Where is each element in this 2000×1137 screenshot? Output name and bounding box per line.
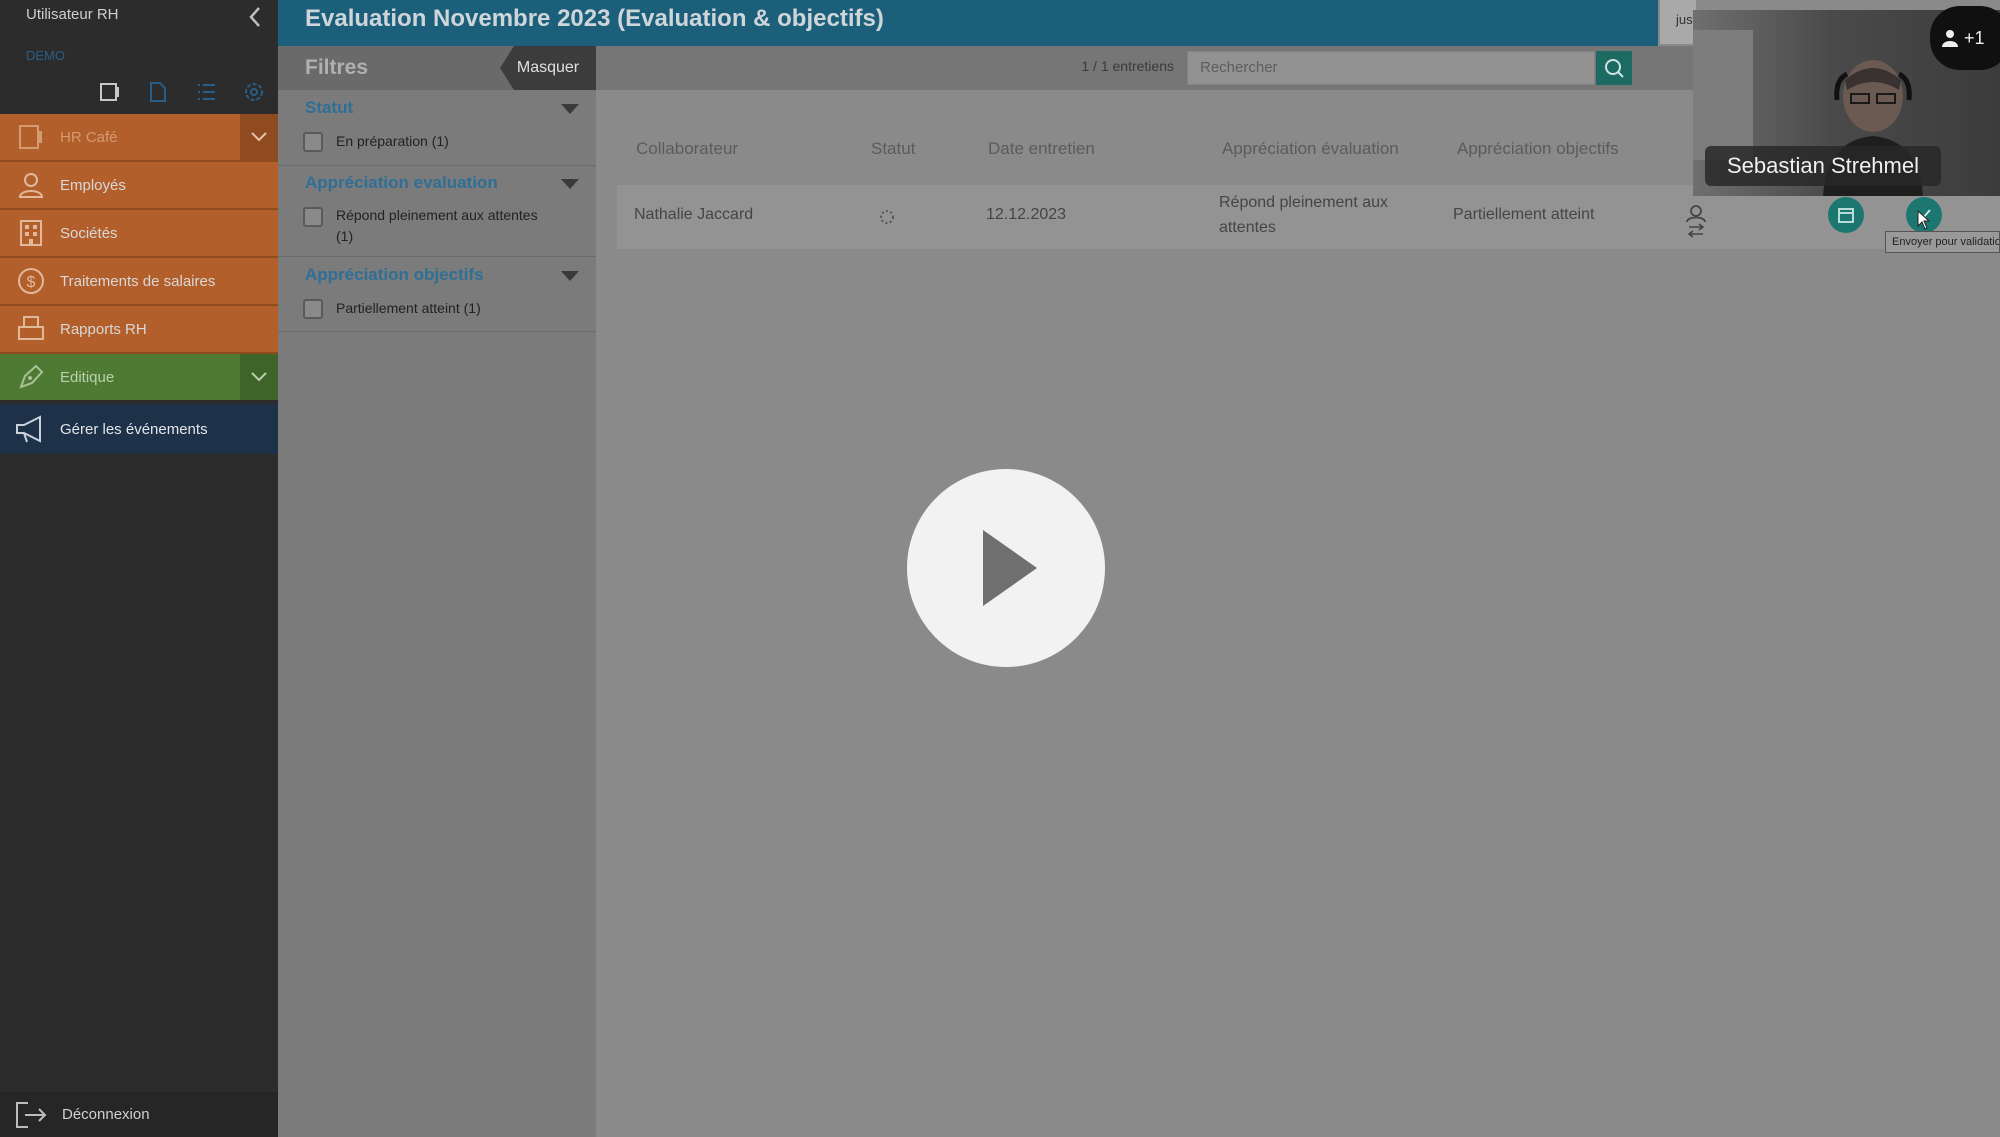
column-header-appreciation-evaluation[interactable]: Appréciation évaluation (1222, 139, 1399, 159)
column-header-statut[interactable]: Statut (871, 139, 915, 159)
cell-date: 12.12.2023 (986, 206, 1067, 223)
logout-button[interactable]: Déconnexion (0, 1092, 278, 1137)
divider (278, 165, 596, 166)
sidebar-item-evenements[interactable]: Gérer les événements (0, 404, 278, 454)
cell-objectifs: Partiellement atteint (1453, 206, 1595, 223)
just-tab[interactable]: just (1660, 0, 1696, 44)
demo-label: DEMO (26, 48, 65, 63)
column-header-date[interactable]: Date entretien (988, 139, 1095, 159)
list-icon[interactable] (194, 80, 218, 104)
search-input[interactable]: Rechercher (1187, 51, 1595, 85)
calendar-icon (1838, 208, 1854, 223)
column-header-collaborateur[interactable]: Collaborateur (636, 139, 738, 159)
search-icon (1605, 59, 1624, 78)
sidebar-item-salaires[interactable]: $ Traitements de salaires (0, 258, 278, 306)
filter-option-label: En préparation (1) (336, 133, 449, 149)
person-icon (14, 168, 48, 202)
filters-title: Filtres (305, 56, 369, 79)
user-label: Utilisateur RH (26, 6, 119, 23)
chevron-left-icon (249, 7, 260, 27)
sidebar-item-label: Editique (60, 368, 115, 386)
checkbox[interactable] (303, 207, 323, 227)
sidebar-item-rapports[interactable]: Rapports RH (0, 306, 278, 354)
sidebar-item-hr-cafe[interactable]: HR Café (0, 114, 278, 162)
logout-icon (14, 1100, 48, 1130)
dollar-icon: $ (14, 264, 48, 298)
play-button[interactable] (907, 469, 1105, 667)
filter-panel (278, 90, 596, 1137)
checkbox[interactable] (303, 132, 323, 152)
cell-evaluation-line2: attentes (1219, 219, 1276, 236)
divider (278, 256, 596, 257)
checkbox[interactable] (303, 299, 323, 319)
triangle-down-icon[interactable] (561, 104, 579, 114)
pen-icon (14, 360, 48, 394)
tooltip: Envoyer pour validation (1885, 231, 2000, 253)
logout-label: Déconnexion (62, 1106, 150, 1123)
whiteboard (1693, 30, 1753, 160)
sidebar-item-label: Sociétés (60, 224, 118, 242)
filter-title-appreciation-objectifs[interactable]: Appréciation objectifs (305, 265, 484, 285)
sidebar-item-label: Employés (60, 176, 126, 194)
participant-name: Sebastian Strehmel (1705, 146, 1941, 186)
divider (278, 331, 596, 332)
chevron-down-icon[interactable] (240, 114, 278, 160)
sidebar-item-employes[interactable]: Employés (0, 162, 278, 210)
tablet-icon (14, 120, 48, 154)
filter-option-label: Répond pleinement aux attentes (336, 207, 538, 223)
column-header-appreciation-objectifs[interactable]: Appréciation objectifs (1457, 139, 1619, 159)
participants-badge[interactable]: +1 (1930, 6, 2000, 70)
participants-count: +1 (1964, 27, 1985, 48)
sidebar-item-label: Gérer les événements (60, 420, 208, 438)
collapse-sidebar-button[interactable] (244, 6, 266, 30)
spinner-icon (878, 208, 896, 231)
sidebar-item-societes[interactable]: Sociétés (0, 210, 278, 258)
sidebar-item-label: Rapports RH (60, 320, 147, 338)
sidebar-item-label: Traitements de salaires (60, 272, 216, 290)
document-icon[interactable] (146, 80, 170, 104)
search-button[interactable] (1596, 51, 1632, 85)
megaphone-icon (14, 412, 48, 446)
sidebar-item-editique[interactable]: Editique (0, 354, 278, 400)
triangle-down-icon[interactable] (561, 271, 579, 281)
filter-title-appreciation-evaluation[interactable]: Appréciation evaluation (305, 173, 498, 193)
chevron-down-icon[interactable] (240, 354, 278, 400)
person-icon (1942, 30, 1958, 47)
interview-count: 1 / 1 entretiens (1081, 58, 1174, 74)
svg-text:$: $ (27, 274, 36, 291)
hide-filters-button[interactable]: Masquer (500, 46, 596, 90)
building-icon (14, 216, 48, 250)
cell-collaborateur[interactable]: Nathalie Jaccard (634, 206, 753, 224)
tablet-icon[interactable] (98, 80, 122, 104)
filter-title-statut[interactable]: Statut (305, 98, 353, 118)
page-title: Evaluation Novembre 2023 (Evaluation & o… (305, 5, 884, 32)
schedule-button[interactable] (1828, 197, 1864, 233)
cell-evaluation-line1: Répond pleinement aux (1219, 194, 1389, 211)
printer-icon (14, 312, 48, 346)
gear-icon[interactable] (242, 80, 266, 104)
filter-option-label: Partiellement atteint (1) (336, 300, 481, 316)
filter-option-count: (1) (336, 228, 354, 244)
sidebar-item-label: HR Café (60, 128, 118, 146)
play-icon (983, 530, 1037, 606)
reassign-user-icon[interactable] (1684, 204, 1708, 243)
triangle-down-icon[interactable] (561, 179, 579, 189)
